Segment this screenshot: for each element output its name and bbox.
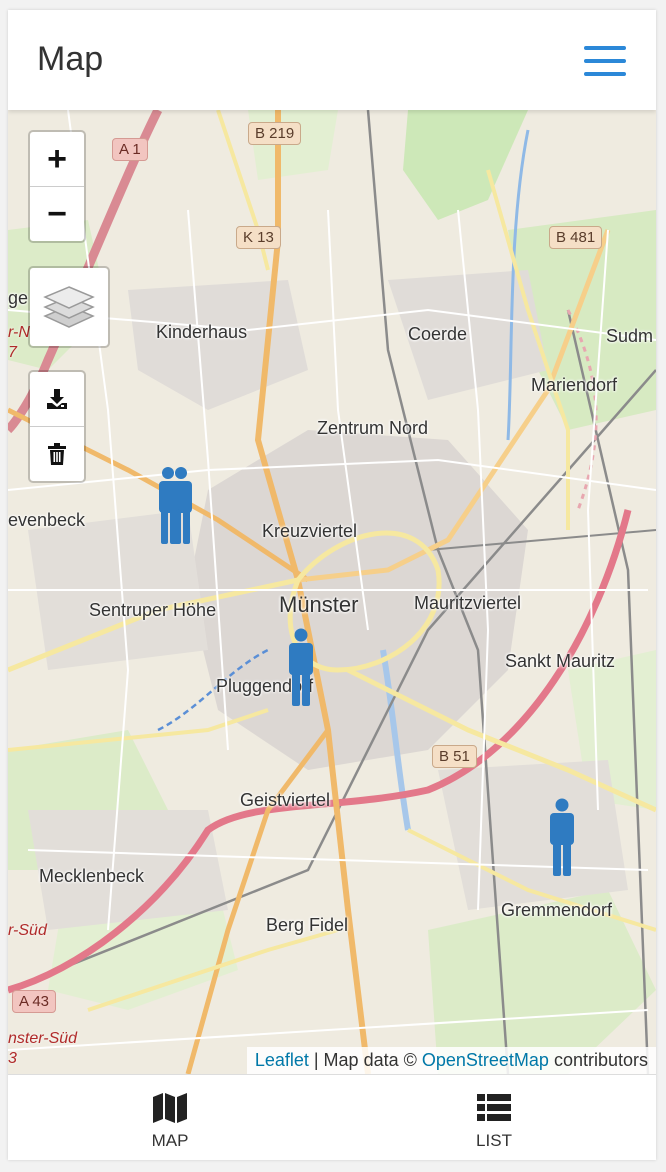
osm-link[interactable]: OpenStreetMap bbox=[422, 1050, 549, 1070]
group-marker[interactable] bbox=[153, 466, 197, 553]
road-shield: K 13 bbox=[236, 226, 281, 249]
place-label: Mariendorf bbox=[531, 375, 618, 395]
map-attribution: Leaflet | Map data © OpenStreetMap contr… bbox=[246, 1047, 656, 1074]
tab-map[interactable]: MAP bbox=[8, 1075, 332, 1160]
trash-icon bbox=[48, 443, 66, 465]
person-marker[interactable] bbox=[546, 798, 578, 885]
delete-button[interactable] bbox=[30, 426, 84, 481]
place-label: Münster bbox=[279, 592, 359, 617]
tab-bar: MAP LIST bbox=[8, 1074, 656, 1160]
person-marker[interactable] bbox=[285, 628, 317, 715]
person-icon bbox=[550, 798, 574, 876]
road-label: r-N bbox=[8, 324, 30, 341]
road-label: r-Süd bbox=[8, 922, 47, 939]
page-title: Map bbox=[37, 40, 104, 78]
place-label: Kreuzviertel bbox=[262, 521, 358, 541]
place-label: Sankt Mauritz bbox=[505, 651, 616, 671]
tile-tools-control bbox=[28, 370, 86, 483]
place-label: Mecklenbeck bbox=[39, 866, 145, 886]
place-label: evenbeck bbox=[8, 510, 86, 530]
tab-list[interactable]: LIST bbox=[332, 1075, 656, 1160]
place-label: Geistviertel bbox=[240, 790, 331, 810]
hamburger-line bbox=[584, 46, 626, 50]
place-label: Zentrum Nord bbox=[317, 418, 429, 438]
road-label: 7 bbox=[8, 344, 17, 361]
attribution-text: | Map data © bbox=[308, 1050, 422, 1070]
hamburger-line bbox=[584, 59, 626, 63]
app-header: Map bbox=[8, 10, 656, 110]
layers-button[interactable] bbox=[30, 268, 108, 346]
place-label: Gremmendorf bbox=[501, 900, 613, 920]
road-label: 3 bbox=[8, 1050, 17, 1067]
download-icon bbox=[47, 389, 67, 409]
group-person-icon bbox=[159, 467, 192, 544]
road-shield: B 51 bbox=[432, 745, 477, 768]
attribution-suffix: contributors bbox=[548, 1050, 648, 1070]
zoom-in-button[interactable]: + bbox=[30, 132, 84, 186]
place-label: Mauritzviertel bbox=[414, 593, 522, 613]
road-shield: B 481 bbox=[549, 226, 603, 249]
layers-control bbox=[28, 266, 110, 348]
place-label: Berg Fidel bbox=[266, 915, 349, 935]
layers-icon bbox=[43, 286, 95, 328]
road-shield: A 43 bbox=[12, 990, 57, 1013]
road-shield: A 1 bbox=[112, 138, 148, 161]
road-shield: B 219 bbox=[248, 122, 302, 145]
place-label: ge bbox=[8, 288, 29, 308]
map-icon bbox=[152, 1091, 188, 1125]
zoom-out-button[interactable]: − bbox=[30, 186, 84, 241]
road-label: nster-Süd bbox=[8, 1030, 78, 1047]
zoom-control: + − bbox=[28, 130, 86, 243]
list-icon bbox=[477, 1091, 511, 1125]
map-view[interactable]: Kinderhaus Coerde Sudm Mariendorf Zentru… bbox=[8, 110, 656, 1074]
place-label: Coerde bbox=[408, 324, 468, 344]
place-label: Sudm bbox=[606, 326, 654, 346]
person-icon bbox=[289, 628, 313, 706]
download-button[interactable] bbox=[30, 372, 84, 426]
place-label: Kinderhaus bbox=[156, 322, 248, 342]
leaflet-link[interactable]: Leaflet bbox=[255, 1050, 309, 1070]
tab-list-label: LIST bbox=[476, 1131, 512, 1150]
place-label: Sentruper Höhe bbox=[89, 600, 217, 620]
tab-map-label: MAP bbox=[151, 1131, 189, 1150]
app-frame: Map Kinderhaus Coerde Sudm Mariendorf Ze… bbox=[8, 10, 656, 1160]
menu-button[interactable] bbox=[584, 46, 626, 76]
hamburger-line bbox=[584, 72, 626, 76]
